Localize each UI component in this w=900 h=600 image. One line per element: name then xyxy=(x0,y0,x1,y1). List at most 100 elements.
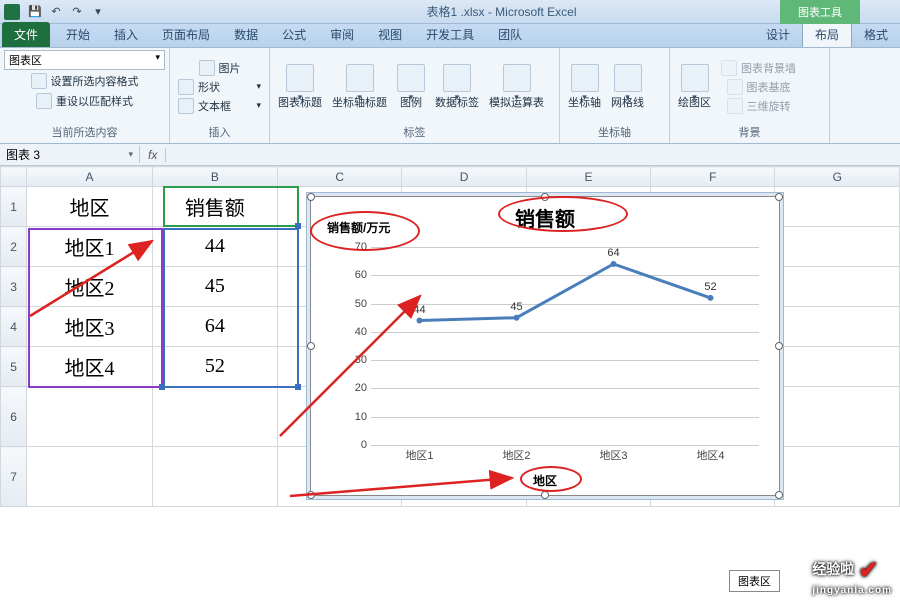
y-axis-title[interactable]: 销售额/万元 xyxy=(327,219,390,236)
y-tick: 40 xyxy=(343,326,367,338)
col-header-D[interactable]: D xyxy=(402,167,526,187)
save-icon[interactable]: 💾 xyxy=(26,3,44,21)
cell-A1[interactable]: 地区 xyxy=(27,187,152,227)
cell-B1[interactable]: 销售额 xyxy=(152,187,277,227)
tab-file[interactable]: 文件 xyxy=(2,22,50,47)
redo-icon[interactable]: ↷ xyxy=(68,3,86,21)
group-label-selection: 当前所选内容 xyxy=(4,123,165,141)
group-label-labels: 标签 xyxy=(274,123,555,141)
gridlines-button[interactable]: 网格线 xyxy=(607,62,648,112)
group-insert: 图片 形状▾ 文本框▾ 插入 xyxy=(170,48,270,143)
cell-A3[interactable]: 地区2 xyxy=(27,267,152,307)
formula-bar-row: 图表 3▾ fx xyxy=(0,144,900,166)
y-tick: 70 xyxy=(343,241,367,253)
data-labels-icon xyxy=(443,64,471,92)
tab-insert[interactable]: 插入 xyxy=(102,22,150,47)
rot3d-icon xyxy=(727,98,743,114)
data-label: 64 xyxy=(607,247,619,259)
chart-element-selector[interactable]: 图表区▾ xyxy=(4,50,165,70)
worksheet[interactable]: A B C D E F G 1 地区 销售额 2 地区1 44 3 地区2 45… xyxy=(0,166,900,507)
qat-dropdown-icon[interactable]: ▾ xyxy=(89,3,107,21)
chart-floor-button: 图表基底 xyxy=(717,78,800,96)
shapes-button[interactable]: 形状▾ xyxy=(174,78,265,96)
col-header-B[interactable]: B xyxy=(152,167,277,187)
group-current-selection: 图表区▾ 设置所选内容格式 重设以匹配样式 当前所选内容 xyxy=(0,48,170,143)
plot-area[interactable]: 010203040506070地区144地区245地区364地区452 xyxy=(371,247,759,445)
cell-B4[interactable]: 64 xyxy=(152,307,277,347)
cell-B5[interactable]: 52 xyxy=(152,347,277,387)
axis-title-icon xyxy=(346,64,374,92)
floor-icon xyxy=(727,79,743,95)
y-tick: 60 xyxy=(343,269,367,281)
plot-area-button[interactable]: 绘图区 xyxy=(674,62,715,112)
fx-icon[interactable]: fx xyxy=(140,148,166,162)
group-label-background: 背景 xyxy=(674,123,825,141)
col-header-F[interactable]: F xyxy=(651,167,775,187)
group-label-axes: 坐标轴 xyxy=(564,123,665,141)
plot-area-icon xyxy=(681,64,709,92)
row-header-5[interactable]: 5 xyxy=(1,347,27,387)
tab-design[interactable]: 设计 xyxy=(754,22,802,47)
select-all-corner[interactable] xyxy=(1,167,27,187)
row-header-7[interactable]: 7 xyxy=(1,447,27,507)
row-header-4[interactable]: 4 xyxy=(1,307,27,347)
tab-layout[interactable]: 布局 xyxy=(802,21,852,47)
embedded-chart[interactable]: 销售额 销售额/万元 地区 010203040506070地区144地区245地… xyxy=(310,196,780,496)
gridlines-icon xyxy=(614,64,642,92)
y-tick: 50 xyxy=(343,298,367,310)
format-icon xyxy=(31,73,47,89)
cell-B2[interactable]: 44 xyxy=(152,227,277,267)
tab-review[interactable]: 审阅 xyxy=(318,22,366,47)
tab-developer[interactable]: 开发工具 xyxy=(414,22,486,47)
x-tick: 地区3 xyxy=(599,447,627,463)
format-selection-button[interactable]: 设置所选内容格式 xyxy=(4,72,165,90)
tab-format[interactable]: 格式 xyxy=(852,22,900,47)
picture-button[interactable]: 图片 xyxy=(174,59,265,77)
tab-formulas[interactable]: 公式 xyxy=(270,22,318,47)
col-header-A[interactable]: A xyxy=(27,167,152,187)
tab-data[interactable]: 数据 xyxy=(222,22,270,47)
tab-view[interactable]: 视图 xyxy=(366,22,414,47)
tab-team[interactable]: 团队 xyxy=(486,22,534,47)
data-table-icon xyxy=(503,64,531,92)
group-label-insert: 插入 xyxy=(174,123,265,141)
group-axes: 坐标轴 网格线 坐标轴 xyxy=(560,48,670,143)
excel-icon xyxy=(4,4,20,20)
cell-A2[interactable]: 地区1 xyxy=(27,227,152,267)
axis-titles-button[interactable]: 坐标轴标题 xyxy=(328,62,391,112)
data-label: 45 xyxy=(510,301,522,313)
ribbon-tabs: 文件 开始 插入 页面布局 数据 公式 审阅 视图 开发工具 团队 设计 布局 … xyxy=(0,24,900,48)
textbox-button[interactable]: 文本框▾ xyxy=(174,97,265,115)
tab-home[interactable]: 开始 xyxy=(54,22,102,47)
reset-icon xyxy=(36,93,52,109)
chart-element-value: 图表区 xyxy=(9,52,42,68)
y-tick: 30 xyxy=(343,354,367,366)
data-labels-button[interactable]: 数据标签 xyxy=(431,62,483,112)
data-table-button[interactable]: 模拟运算表 xyxy=(485,62,548,112)
row-header-2[interactable]: 2 xyxy=(1,227,27,267)
legend-button[interactable]: 图例 xyxy=(393,62,429,112)
axes-button[interactable]: 坐标轴 xyxy=(564,62,605,112)
y-tick: 10 xyxy=(343,411,367,423)
row-header-3[interactable]: 3 xyxy=(1,267,27,307)
data-label: 52 xyxy=(704,281,716,293)
col-header-G[interactable]: G xyxy=(775,167,900,187)
watermark: 经验啦✔ jingyanla.com xyxy=(812,556,892,596)
axes-icon xyxy=(571,64,599,92)
row-header-1[interactable]: 1 xyxy=(1,187,27,227)
rotation-3d-button: 三维旋转 xyxy=(717,97,800,115)
col-header-E[interactable]: E xyxy=(526,167,650,187)
cell-A4[interactable]: 地区3 xyxy=(27,307,152,347)
name-box[interactable]: 图表 3▾ xyxy=(0,146,140,163)
undo-icon[interactable]: ↶ xyxy=(47,3,65,21)
chart-title-button[interactable]: 图表标题 xyxy=(274,62,326,112)
context-tool-header: 图表工具 xyxy=(780,0,860,24)
cell-B3[interactable]: 45 xyxy=(152,267,277,307)
tab-page-layout[interactable]: 页面布局 xyxy=(150,22,222,47)
y-tick: 20 xyxy=(343,382,367,394)
row-header-6[interactable]: 6 xyxy=(1,387,27,447)
x-axis-title[interactable]: 地区 xyxy=(533,472,557,489)
col-header-C[interactable]: C xyxy=(278,167,402,187)
reset-style-button[interactable]: 重设以匹配样式 xyxy=(4,92,165,110)
cell-A5[interactable]: 地区4 xyxy=(27,347,152,387)
